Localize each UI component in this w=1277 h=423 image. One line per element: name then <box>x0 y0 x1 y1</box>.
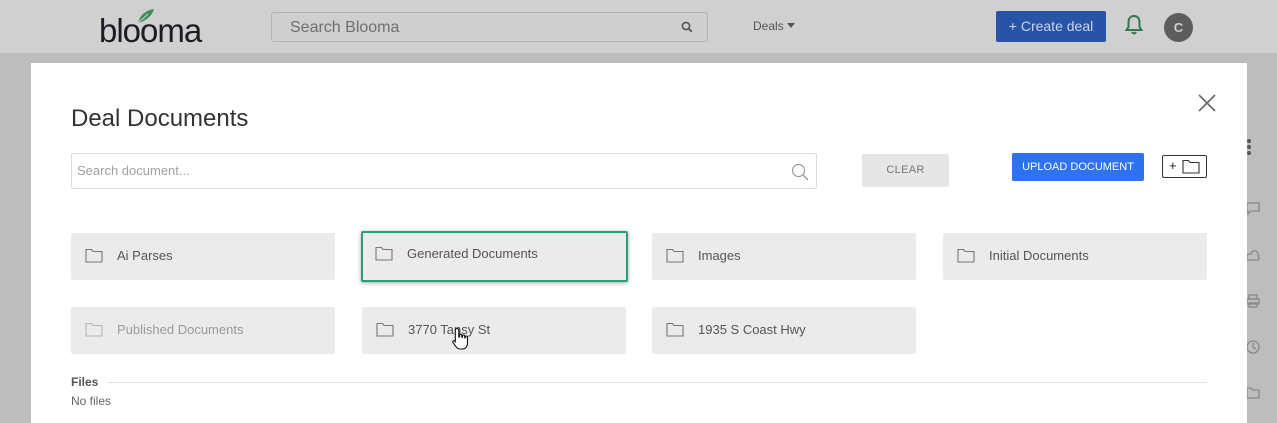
global-search-input[interactable]: Search Blooma <box>271 12 708 42</box>
no-files-text: No files <box>71 394 112 408</box>
folder-icon <box>666 248 684 263</box>
folder-icon <box>1182 159 1200 174</box>
modal-title: Deal Documents <box>71 105 249 132</box>
folder-icon <box>666 322 684 337</box>
files-divider <box>107 382 1207 383</box>
files-heading: Files <box>71 375 99 389</box>
folder-icon <box>957 248 975 263</box>
folder-icon <box>375 246 393 261</box>
folder-icon <box>85 248 103 263</box>
folder-label: Ai Parses <box>117 248 173 263</box>
close-icon[interactable] <box>1197 93 1217 113</box>
deal-documents-modal: Deal Documents CLEAR UPLOAD DOCUMENT + A… <box>31 63 1247 423</box>
folder-label: Published Documents <box>117 322 244 337</box>
folder-ai-parses[interactable]: Ai Parses <box>71 233 335 280</box>
avatar[interactable]: C <box>1164 13 1193 42</box>
app-header: blooma Search Blooma Deals + Create deal… <box>0 0 1277 54</box>
logo-text: blooma <box>99 12 202 49</box>
folder-label: 1935 S Coast Hwy <box>698 322 806 337</box>
blooma-logo[interactable]: blooma <box>99 8 202 49</box>
folder-icon <box>85 322 103 337</box>
comment-icon[interactable] <box>1246 202 1260 216</box>
plus-label: + <box>1169 158 1177 173</box>
document-search-input[interactable] <box>77 163 777 178</box>
folder-label: 3770 Tansy St <box>408 322 491 337</box>
folder-1935-s-coast-hwy[interactable]: 1935 S Coast Hwy <box>652 307 916 354</box>
search-icon[interactable] <box>791 163 809 181</box>
folder-initial-documents[interactable]: Initial Documents <box>943 233 1207 280</box>
clock-icon[interactable] <box>1246 340 1260 354</box>
folder-images[interactable]: Images <box>652 233 916 280</box>
search-icon <box>681 21 693 33</box>
deals-label: Deals <box>753 19 784 33</box>
global-search-placeholder: Search Blooma <box>290 19 400 36</box>
clear-button[interactable]: CLEAR <box>862 154 949 187</box>
folder-icon[interactable] <box>1246 386 1260 400</box>
create-deal-button[interactable]: + Create deal <box>996 11 1106 42</box>
folder-3770-tansy-st[interactable]: 3770 Tansy St <box>362 307 626 354</box>
folder-icon <box>376 322 394 337</box>
folder-label: Initial Documents <box>989 248 1089 263</box>
bell-icon[interactable] <box>1125 14 1143 36</box>
folder-label: Generated Documents <box>407 246 538 261</box>
deals-dropdown[interactable]: Deals <box>753 19 795 33</box>
hand-cursor-icon <box>452 327 469 350</box>
chevron-down-icon <box>786 23 795 28</box>
folder-label: Images <box>698 248 741 263</box>
cloud-icon[interactable] <box>1246 249 1260 263</box>
upload-document-button[interactable]: UPLOAD DOCUMENT <box>1012 153 1144 181</box>
printer-icon[interactable] <box>1246 294 1260 308</box>
new-folder-button[interactable]: + <box>1162 155 1207 178</box>
document-search-field <box>71 153 817 189</box>
folder-published-documents[interactable]: Published Documents <box>71 307 335 354</box>
folder-generated-documents[interactable]: Generated Documents <box>361 231 628 282</box>
